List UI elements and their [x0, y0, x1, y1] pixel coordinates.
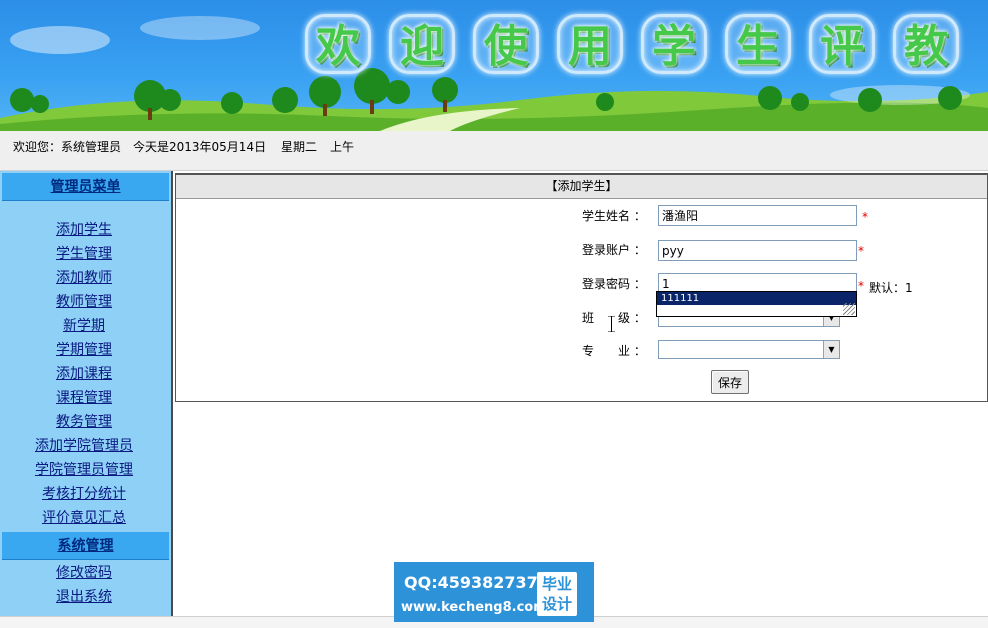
- major-select[interactable]: ▼: [658, 340, 840, 359]
- text-cursor-icon: [608, 316, 615, 332]
- required-mark: *: [858, 244, 864, 258]
- banner-char: 欢: [305, 14, 371, 74]
- sidebar-item-college-admin-management[interactable]: 学院管理员管理: [0, 460, 168, 480]
- chevron-down-icon[interactable]: ▼: [823, 341, 839, 358]
- banner-char: 使: [473, 14, 539, 74]
- save-button[interactable]: 保存: [711, 370, 749, 394]
- sidebar-item-assessment-statistics[interactable]: 考核打分统计: [0, 484, 168, 504]
- sidebar-item-new-semester[interactable]: 新学期: [0, 316, 168, 336]
- sidebar-item-teacher-management[interactable]: 教师管理: [0, 292, 168, 312]
- welcome-text: 欢迎您：系统管理员: [13, 140, 122, 154]
- watermark-website: www.kecheng8.com: [401, 600, 547, 615]
- sidebar-item-add-college-admin[interactable]: 添加学院管理员: [0, 436, 168, 456]
- major-label: 专 业 ：: [582, 344, 646, 358]
- system-menu-header: 系统管理: [2, 532, 169, 560]
- password-default-hint: 默认：1: [869, 281, 913, 295]
- admin-menu-header: 管理员菜单: [2, 173, 169, 201]
- badge-line: 设计: [541, 595, 572, 613]
- banner-char: 学: [641, 14, 707, 74]
- sidebar-item-add-teacher[interactable]: 添加教师: [0, 268, 168, 288]
- login-account-label: 登录账户 ：: [582, 243, 646, 257]
- autocomplete-suggestion[interactable]: 111111: [657, 292, 856, 305]
- banner-char: 用: [557, 14, 623, 74]
- period-text: 上午: [330, 140, 355, 154]
- banner-char: 迎: [389, 14, 455, 74]
- date-text: 今天是2013年05月14日: [133, 140, 267, 154]
- watermark-badge: QQ:459382737 www.kecheng8.com 毕业 设计: [394, 562, 594, 622]
- watermark-logo: 毕业 设计: [537, 572, 577, 616]
- required-mark: *: [862, 210, 868, 224]
- sidebar-item-logout[interactable]: 退出系统: [0, 587, 168, 607]
- banner-title: 欢 迎 使 用 学 生 评 教: [305, 14, 959, 78]
- required-mark: *: [858, 279, 864, 293]
- sidebar-item-change-password[interactable]: 修改密码: [0, 563, 168, 583]
- student-name-label: 学生姓名 ：: [582, 209, 646, 223]
- login-account-input[interactable]: [658, 240, 857, 261]
- sidebar-item-add-course[interactable]: 添加课程: [0, 364, 168, 384]
- badge-line: 毕业: [541, 575, 572, 593]
- sidebar-item-add-student[interactable]: 添加学生: [0, 220, 168, 240]
- banner-char: 评: [809, 14, 875, 74]
- banner-char: 教: [893, 14, 959, 74]
- sidebar-item-academic-affairs[interactable]: 教务管理: [0, 412, 168, 432]
- status-bar: 欢迎您：系统管理员 今天是2013年05月14日 星期二 上午: [0, 131, 988, 171]
- sidebar-item-feedback-summary[interactable]: 评价意见汇总: [0, 508, 168, 528]
- form-title: 【添加学生】: [176, 175, 987, 199]
- sidebar-item-semester-management[interactable]: 学期管理: [0, 340, 168, 360]
- login-password-label: 登录密码 ：: [582, 277, 646, 291]
- header-banner: 欢 迎 使 用 学 生 评 教: [0, 0, 988, 131]
- student-name-input[interactable]: [658, 205, 857, 226]
- resize-grip-icon[interactable]: [843, 303, 855, 315]
- banner-char: 生: [725, 14, 791, 74]
- weekday-text: 星期二: [281, 140, 318, 154]
- watermark-qq: QQ:459382737: [404, 573, 538, 592]
- autocomplete-dropdown: 111111: [656, 291, 857, 317]
- sidebar-item-course-management[interactable]: 课程管理: [0, 388, 168, 408]
- sidebar: 管理员菜单 添加学生 学生管理 添加教师 教师管理 新学期 学期管理 添加课程 …: [0, 171, 173, 616]
- sidebar-item-student-management[interactable]: 学生管理: [0, 244, 168, 264]
